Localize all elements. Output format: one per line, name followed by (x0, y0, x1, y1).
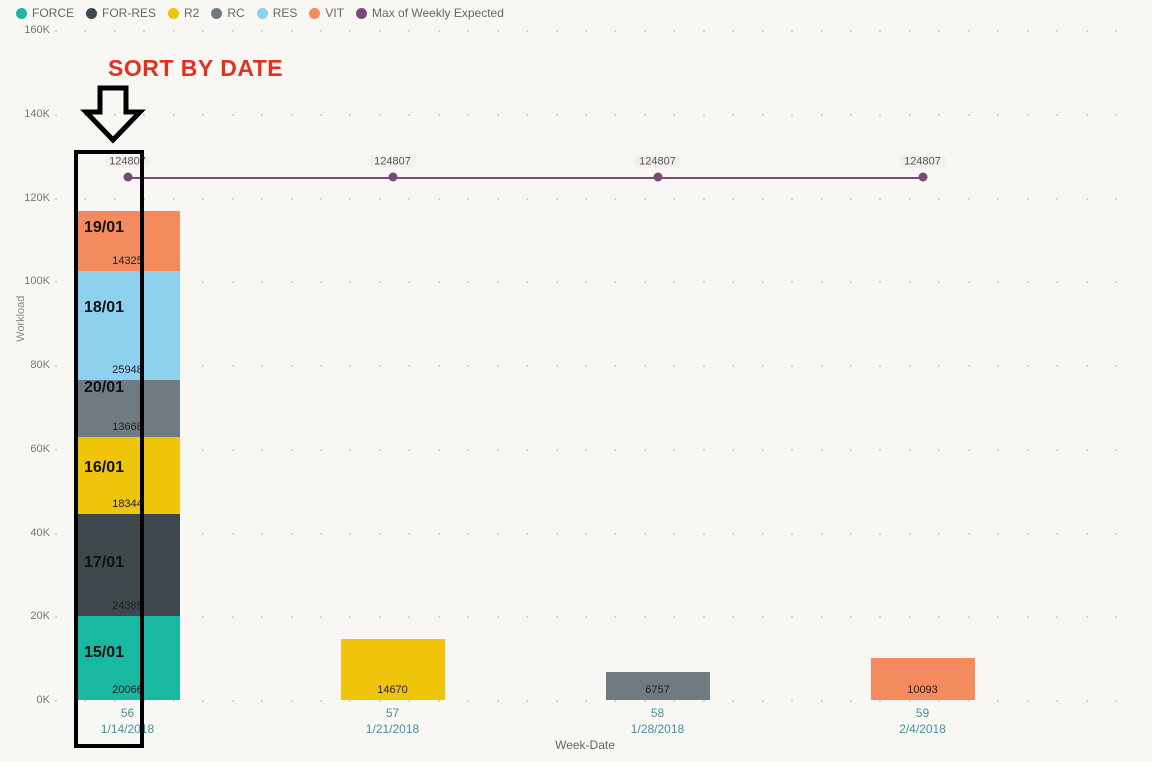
x-tick-label: 59 (916, 706, 929, 720)
line-value-label: 124807 (369, 156, 416, 168)
y-tick-label: 40K (15, 527, 50, 539)
y-tick-label: 100K (15, 275, 50, 287)
bar-value-label: 10093 (907, 684, 938, 700)
bar-59[interactable]: 10093 (871, 658, 975, 700)
legend-label: VIT (325, 6, 344, 20)
x-tick-label: 58 (651, 706, 664, 720)
overlay-date: 16/01 (84, 459, 124, 477)
chart-plot-area: 0K20K40K60K80K100K120K140K160KWorkloadWe… (55, 30, 1115, 700)
line-segment (658, 177, 923, 179)
legend-item-r2[interactable]: R2 (168, 6, 199, 20)
legend-label: RES (273, 6, 298, 20)
legend-swatch (168, 8, 179, 19)
x-tick-date-label: 1/28/2018 (631, 722, 684, 736)
legend-label: FORCE (32, 6, 74, 20)
down-arrow-icon (78, 82, 148, 152)
overlay-date: 20/01 (84, 379, 124, 397)
legend-label: Max of Weekly Expected (372, 6, 504, 20)
legend-swatch (309, 8, 320, 19)
y-tick-label: 80K (15, 359, 50, 371)
x-tick-date-label: 2/4/2018 (899, 722, 946, 736)
legend-item-for-res[interactable]: FOR-RES (86, 6, 156, 20)
overlay-date: 17/01 (84, 554, 124, 572)
x-tick-label: 57 (386, 706, 399, 720)
y-tick-label: 0K (15, 694, 50, 706)
bar-segment-rc: 6757 (606, 672, 710, 700)
overlay-date: 15/01 (84, 644, 124, 662)
y-tick-label: 120K (15, 192, 50, 204)
legend-swatch (16, 8, 27, 19)
overlay-date: 18/01 (84, 299, 124, 317)
y-tick-label: 160K (15, 24, 50, 36)
legend-label: FOR-RES (102, 6, 156, 20)
x-axis-title: Week-Date (555, 738, 615, 752)
y-tick-label: 140K (15, 108, 50, 120)
legend-item-res[interactable]: RES (257, 6, 298, 20)
overlay-date: 19/01 (84, 219, 124, 237)
bar-value-label: 6757 (645, 684, 669, 700)
legend-label: R2 (184, 6, 199, 20)
legend-item-rc[interactable]: RC (211, 6, 244, 20)
legend-swatch (211, 8, 222, 19)
legend-item-vit[interactable]: VIT (309, 6, 344, 20)
legend-item-max-weekly-expected[interactable]: Max of Weekly Expected (356, 6, 504, 20)
legend-label: RC (227, 6, 244, 20)
legend-swatch (86, 8, 97, 19)
line-point[interactable] (653, 173, 662, 182)
line-point[interactable] (388, 173, 397, 182)
line-point[interactable] (918, 173, 927, 182)
y-tick-label: 60K (15, 443, 50, 455)
line-value-label: 124807 (899, 156, 946, 168)
legend-swatch (257, 8, 268, 19)
legend: FORCE FOR-RES R2 RC RES VIT Max of Weekl… (16, 6, 504, 20)
line-segment (128, 177, 393, 179)
y-tick-label: 20K (15, 610, 50, 622)
legend-item-force[interactable]: FORCE (16, 6, 74, 20)
bar-value-label: 14670 (377, 684, 408, 700)
bar-57[interactable]: 14670 (341, 639, 445, 700)
bar-58[interactable]: 6757 (606, 672, 710, 700)
annotation-sort-by-date: SORT BY DATE (108, 55, 283, 82)
line-value-label: 124807 (634, 156, 681, 168)
legend-swatch (356, 8, 367, 19)
line-segment (393, 177, 658, 179)
y-axis-label: Workload (15, 296, 27, 342)
bar-segment-vit: 10093 (871, 658, 975, 700)
dates-overlay-box: 19/01 18/01 20/01 16/01 17/01 15/01 (74, 150, 144, 748)
x-tick-date-label: 1/21/2018 (366, 722, 419, 736)
bar-segment-r2: 14670 (341, 639, 445, 700)
